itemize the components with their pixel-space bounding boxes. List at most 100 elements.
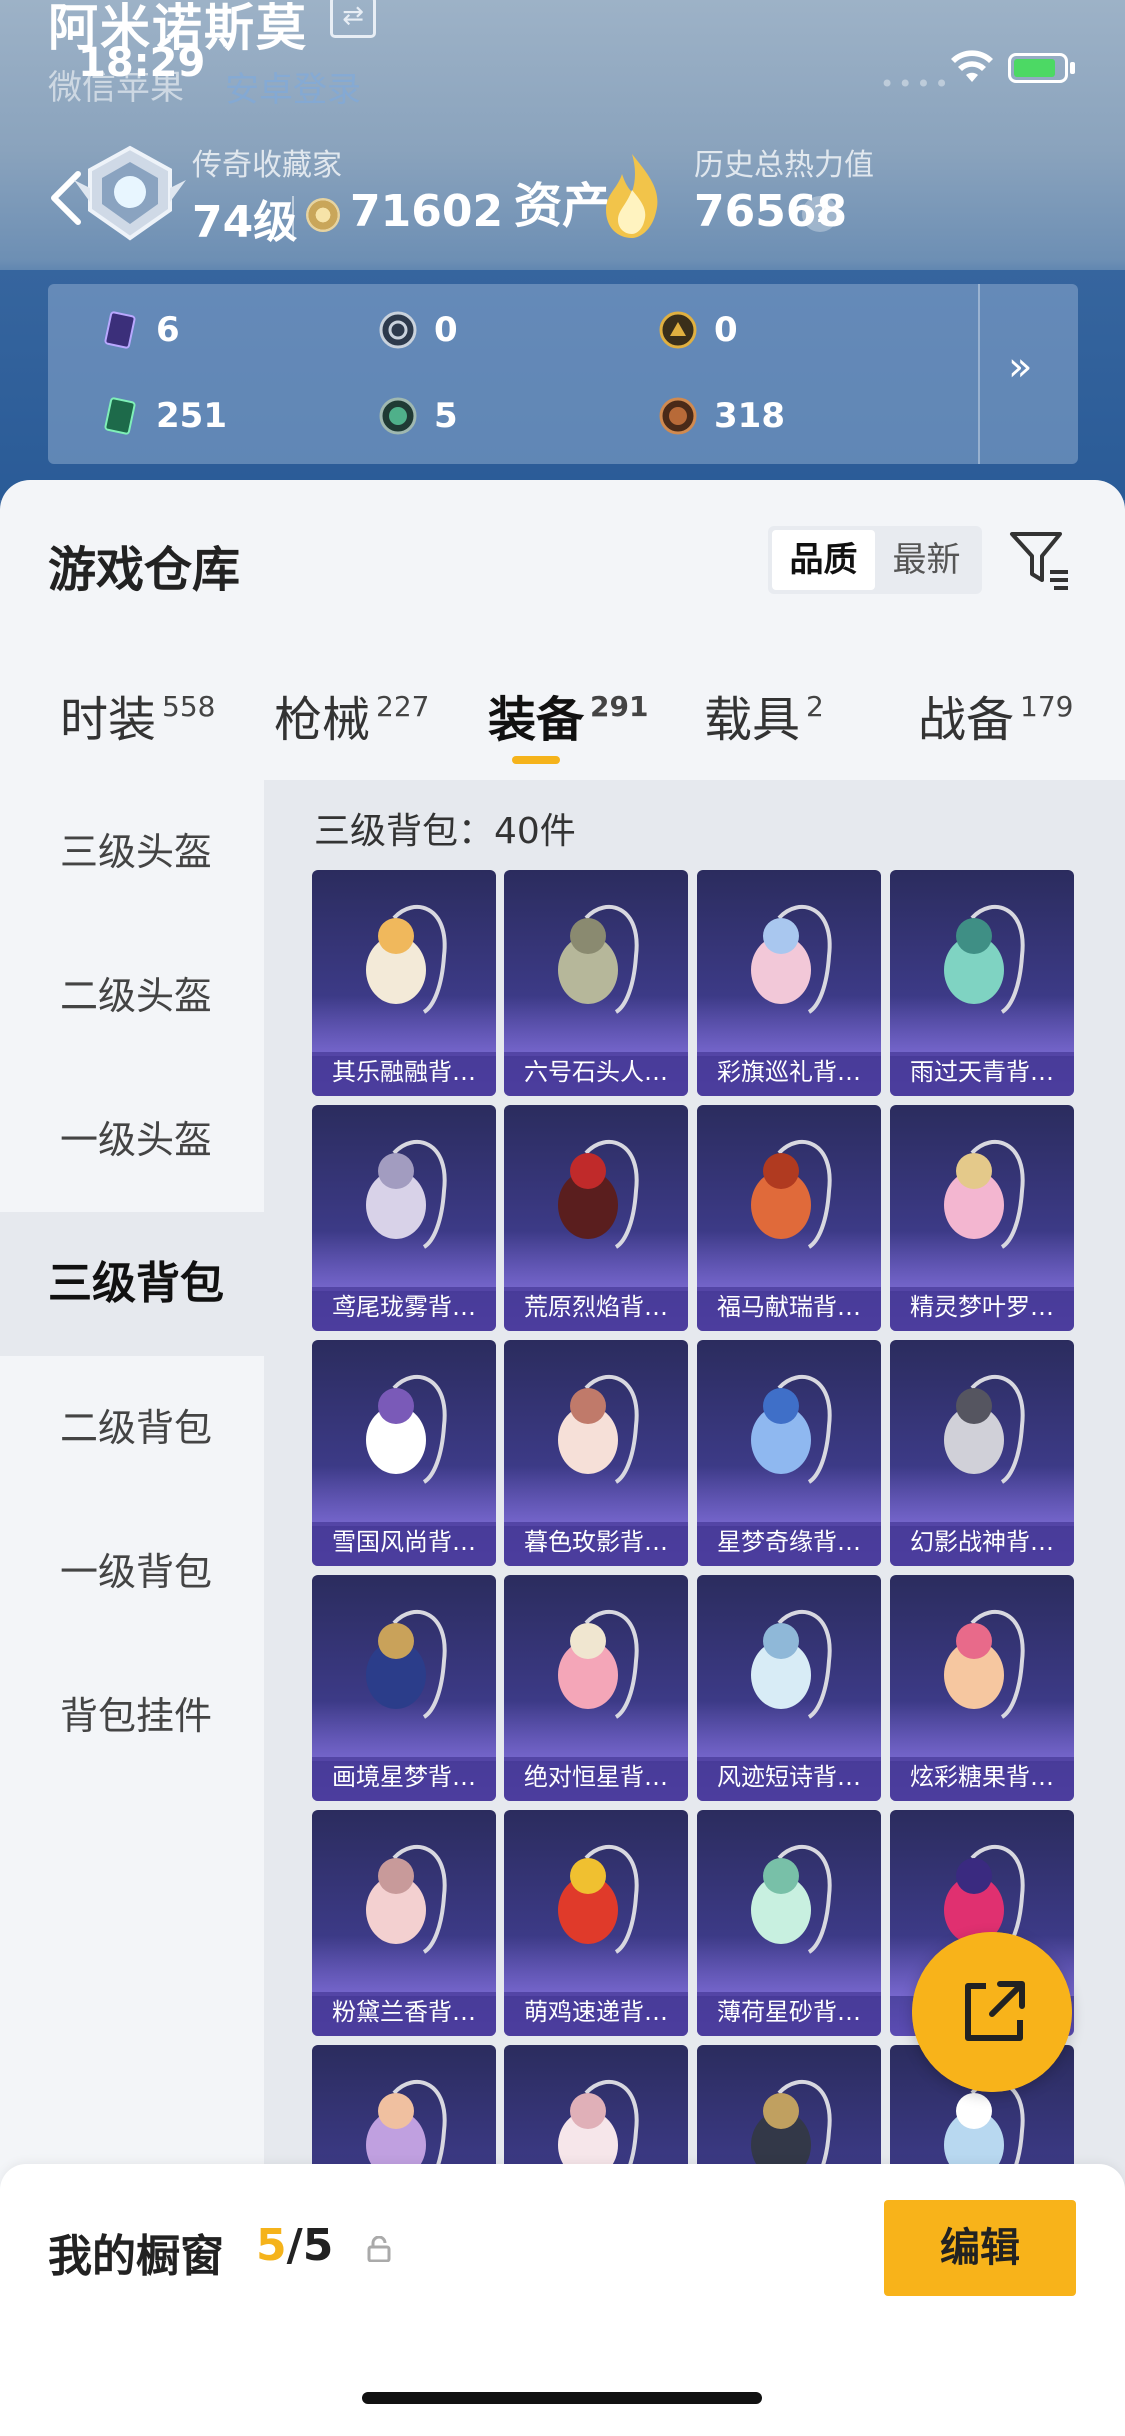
showcase-label: 我的橱窗	[48, 2231, 224, 2282]
nav-item-lv3-backpack[interactable]: 三级背包	[0, 1212, 264, 1356]
nav-item-backpack-charm[interactable]: 背包挂件	[0, 1644, 264, 1788]
sort-latest-button[interactable]: 最新	[875, 530, 978, 590]
backpack-icon	[366, 1610, 447, 1719]
item-card-name: 暮色玫影背…	[504, 1522, 688, 1566]
item-card[interactable]: 其乐融融背…	[312, 870, 496, 1096]
item-card-name: 幻影战神背…	[890, 1522, 1074, 1566]
item-card[interactable]: 绝对恒星背…	[504, 1575, 688, 1801]
item-card[interactable]: 福马献瑞背…	[697, 1105, 881, 1331]
backpack-icon	[558, 1140, 639, 1249]
showcase-count: 5/5	[256, 2220, 334, 2271]
item-card-name: 风迹短诗背…	[697, 1757, 881, 1801]
item-card-name: 六号石头人…	[504, 1052, 688, 1096]
help-icon[interactable]: ?	[802, 196, 838, 232]
item-card-name: 荒原烈焰背…	[504, 1287, 688, 1331]
backpack-icon	[944, 1140, 1025, 1249]
backpack-icon	[751, 905, 832, 1014]
item-card[interactable]: 幻影战神背…	[890, 1340, 1074, 1566]
item-card[interactable]: 薄荷星砂背…	[697, 1810, 881, 2036]
swap-account-icon[interactable]: ⇄	[330, 0, 376, 38]
nav-item-lv1-backpack[interactable]: 一级背包	[0, 1500, 264, 1644]
item-card[interactable]: 风迹短诗背…	[697, 1575, 881, 1801]
item-card[interactable]: 荒原烈焰背…	[504, 1105, 688, 1331]
backpack-icon	[366, 1140, 447, 1249]
player-level: 74级	[192, 197, 298, 248]
item-card[interactable]: 鸢尾珑雾背…	[312, 1105, 496, 1331]
backpack-icon	[366, 905, 447, 1014]
item-card[interactable]: 炫彩糖果背…	[890, 1575, 1074, 1801]
item-card[interactable]: 六号石头人…	[504, 870, 688, 1096]
backpack-icon	[944, 905, 1025, 1014]
backpack-icon	[751, 1845, 832, 1954]
stats-expand-button[interactable]: »	[1008, 344, 1032, 390]
item-card-name: 福马献瑞背…	[697, 1287, 881, 1331]
item-card[interactable]: 雪国风尚背…	[312, 1340, 496, 1566]
item-card[interactable]: 暮色玫影背…	[504, 1340, 688, 1566]
item-card[interactable]: 精灵梦叶罗…	[890, 1105, 1074, 1331]
heat-label: 历史总热力值	[694, 148, 874, 183]
item-card-name: 薄荷星砂背…	[697, 1992, 881, 2036]
nav-item-lv2-backpack[interactable]: 二级背包	[0, 1356, 264, 1500]
backpack-icon	[558, 1375, 639, 1484]
tab-weapons[interactable]: 枪械 227	[274, 680, 429, 750]
tab-supplies[interactable]: 战备 179	[918, 680, 1073, 750]
tab-vehicles[interactable]: 载具 2	[704, 680, 824, 750]
signal-icon: ••••	[880, 70, 953, 98]
item-card-name: 雪国风尚背…	[312, 1522, 496, 1566]
sort-toggle: 品质 最新	[768, 526, 982, 594]
purple-card-icon	[104, 311, 136, 349]
backpack-icon	[366, 1845, 447, 1954]
item-card[interactable]: 萌鸡速递背…	[504, 1810, 688, 2036]
share-button[interactable]	[912, 1932, 1072, 2092]
tab-equipment[interactable]: 装备 291	[488, 680, 648, 750]
backpack-icon	[558, 1845, 639, 1954]
profile-banner: 阿米诺斯莫 ⇄ 微信苹果 安卓登录 18:29 •••• 传奇收藏家 74级 7…	[0, 0, 1125, 500]
item-card-name: 鸢尾珑雾背…	[312, 1287, 496, 1331]
item-card[interactable]: 粉黛兰香背…	[312, 1810, 496, 2036]
rank-badge-icon	[74, 145, 186, 241]
lock-icon	[367, 2236, 391, 2262]
backpack-icon	[751, 1140, 832, 1249]
flame-icon	[606, 154, 658, 238]
item-card[interactable]: 画境星梦背…	[312, 1575, 496, 1801]
backpack-icon	[944, 1610, 1025, 1719]
edit-button[interactable]: 编辑	[884, 2200, 1076, 2296]
green-orb-icon	[379, 397, 417, 435]
wifi-icon	[951, 50, 993, 82]
green-card-icon	[104, 397, 136, 435]
coin-icon	[306, 198, 340, 232]
showcase-bar: 我的橱窗 5/5 编辑	[0, 2164, 1125, 2436]
gold-medal-icon	[659, 311, 697, 349]
backpack-icon	[366, 1375, 447, 1484]
filter-icon[interactable]	[1008, 528, 1072, 592]
status-time: 18:29	[78, 40, 206, 86]
backpack-icon	[944, 1375, 1025, 1484]
sort-quality-button[interactable]: 品质	[772, 530, 875, 590]
item-card-name: 画境星梦背…	[312, 1757, 496, 1801]
stats-divider	[978, 284, 980, 464]
item-card-name: 精灵梦叶罗…	[890, 1287, 1074, 1331]
login-source-detail: 安卓登录	[225, 70, 361, 110]
item-card-name: 彩旗巡礼背…	[697, 1052, 881, 1096]
item-card-name: 其乐融融背…	[312, 1052, 496, 1096]
item-card[interactable]: 雨过天青背…	[890, 870, 1074, 1096]
rank-title: 传奇收藏家	[192, 148, 342, 183]
nav-item-lv3-helmet[interactable]: 三级头盔	[0, 780, 264, 924]
item-card-name: 炫彩糖果背…	[890, 1757, 1074, 1801]
silver-medal-icon	[379, 311, 417, 349]
item-card-name: 粉黛兰香背…	[312, 1992, 496, 2036]
home-indicator	[362, 2392, 762, 2404]
backpack-icon	[751, 1610, 832, 1719]
nav-item-lv2-helmet[interactable]: 二级头盔	[0, 924, 264, 1068]
item-card-name: 雨过天青背…	[890, 1052, 1074, 1096]
nav-item-lv1-helmet[interactable]: 一级头盔	[0, 1068, 264, 1212]
battery-nub	[1070, 62, 1075, 74]
battery-icon	[1008, 53, 1068, 83]
item-card[interactable]: 星梦奇缘背…	[697, 1340, 881, 1566]
tab-fashion[interactable]: 时装 558	[60, 680, 215, 750]
item-count-title: 三级背包：40件	[314, 811, 576, 852]
item-card-name: 萌鸡速递背…	[504, 1992, 688, 2036]
backpack-icon	[751, 1375, 832, 1484]
item-card[interactable]: 彩旗巡礼背…	[697, 870, 881, 1096]
backpack-icon	[558, 1610, 639, 1719]
